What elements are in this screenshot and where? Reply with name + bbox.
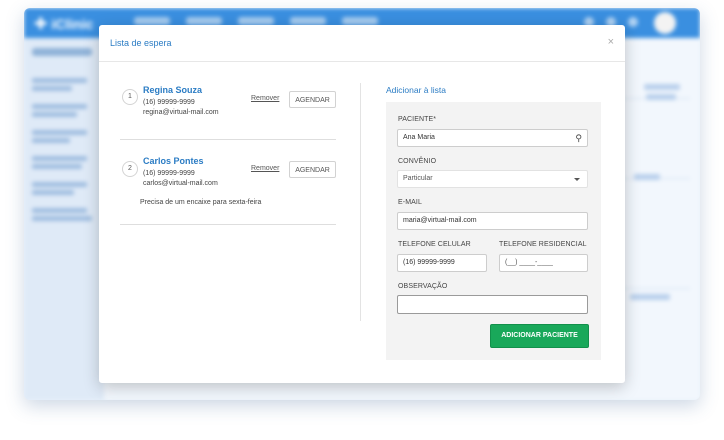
logo-cross-icon: ✚ (34, 16, 48, 33)
column-divider (360, 83, 361, 321)
observation-field[interactable] (397, 295, 588, 314)
waitlist: 1 Regina Souza (16) 99999-9999 regina@vi… (120, 63, 336, 225)
patient-note: Precisa de um encaixe para sexta-feira (140, 199, 262, 206)
patient-name: Regina Souza (143, 85, 203, 95)
mobile-phone-field[interactable]: (16) 99999-9999 (397, 254, 487, 272)
close-icon[interactable]: × (608, 37, 614, 48)
waitlist-modal: Lista de espera × 1 Regina Souza (16) 99… (99, 25, 625, 383)
home-phone-field[interactable]: (__) ____-____ (499, 254, 588, 272)
observation-label: OBSERVAÇÃO (398, 283, 448, 290)
patient-contact: (16) 99999-9999 carlos@virtual-mail.com (143, 169, 225, 189)
waitlist-entry: 2 Carlos Pontes (16) 99999-9999 carlos@v… (120, 140, 336, 225)
app-menu (134, 17, 378, 25)
patient-input-value: Ana Maria (403, 134, 435, 141)
schedule-button[interactable]: AGENDAR (289, 91, 336, 108)
insurance-select-value: Particular (403, 175, 433, 182)
insurance-select[interactable]: Particular (397, 170, 588, 188)
mobile-phone-label: TELEFONE CELULAR (398, 241, 471, 248)
patient-label: PACIENTE* (398, 116, 437, 123)
home-phone-label: TELEFONE RESIDENCIAL (499, 241, 587, 248)
patient-name: Carlos Pontes (143, 156, 204, 166)
add-patient-button[interactable]: ADICIONAR PACIENTE (490, 324, 589, 348)
schedule-button[interactable]: AGENDAR (289, 161, 336, 178)
modal-title: Lista de espera (110, 38, 172, 48)
email-field[interactable]: maria@virtual-mail.com (397, 212, 588, 230)
patient-input[interactable]: Ana Maria ⚲ (397, 129, 588, 147)
patient-contact: (16) 99999-9999 regina@virtual-mail.com (143, 98, 225, 118)
remove-link[interactable]: Remover (251, 165, 279, 172)
email-field-value: maria@virtual-mail.com (403, 217, 477, 224)
email-label: E-MAIL (398, 199, 422, 206)
home-phone-placeholder: (__) ____-____ (505, 259, 553, 266)
app-brand-name: iClinic (51, 16, 94, 32)
insurance-label: CONVÊNIO (398, 158, 437, 165)
patient-email: regina@virtual-mail.com (143, 109, 219, 116)
entry-number: 1 (122, 89, 138, 105)
search-icon[interactable]: ⚲ (575, 130, 582, 146)
app-logo: ✚ iClinic (34, 14, 93, 34)
entry-number: 2 (122, 161, 138, 177)
remove-link[interactable]: Remover (251, 95, 279, 102)
avatar (654, 12, 676, 34)
modal-header: Lista de espera × (99, 25, 625, 62)
patient-phone: (16) 99999-9999 (143, 170, 195, 177)
waitlist-entry: 1 Regina Souza (16) 99999-9999 regina@vi… (120, 63, 336, 140)
form-title: Adicionar à lista (386, 85, 447, 95)
chevron-down-icon (574, 178, 580, 181)
add-patient-form: PACIENTE* Ana Maria ⚲ CONVÊNIO Particula… (386, 102, 601, 360)
patient-email: carlos@virtual-mail.com (143, 180, 218, 187)
app-sidebar (24, 38, 104, 400)
patient-phone: (16) 99999-9999 (143, 99, 195, 106)
mobile-phone-value: (16) 99999-9999 (403, 259, 455, 266)
